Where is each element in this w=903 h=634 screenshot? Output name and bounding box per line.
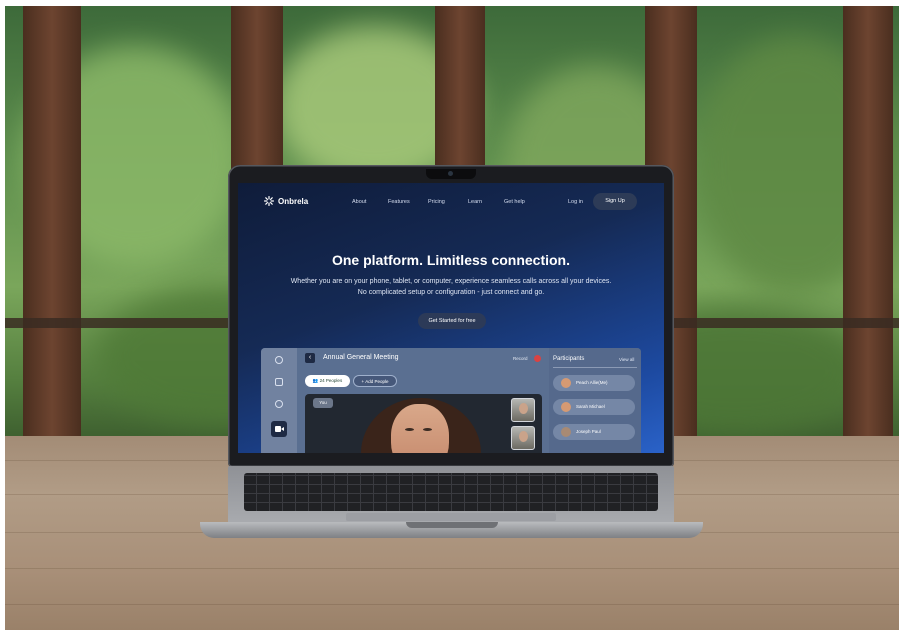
nav-link-features[interactable]: Features bbox=[388, 199, 410, 205]
participant-name: Peach Allie(Me) bbox=[576, 380, 608, 385]
lid-notch bbox=[406, 522, 498, 528]
keyboard bbox=[244, 473, 658, 511]
add-people-label: Add People bbox=[365, 379, 389, 384]
you-label: You bbox=[313, 398, 333, 408]
participant-eye bbox=[423, 428, 432, 431]
participant-name: Sarah Michael bbox=[576, 404, 605, 409]
hero-subtitle: Whether you are on your phone, tablet, o… bbox=[268, 276, 634, 298]
record-icon[interactable] bbox=[534, 355, 541, 362]
app-sidebar bbox=[261, 348, 297, 453]
main-video-feed[interactable]: You bbox=[305, 394, 542, 453]
laptop-lid: Onbrela About Features Pricing Learn Get… bbox=[228, 165, 674, 467]
hero-title: One platform. Limitless connection. bbox=[331, 252, 571, 268]
trackpad bbox=[346, 513, 556, 521]
login-link[interactable]: Log in bbox=[568, 199, 583, 205]
participant-thumbnail[interactable] bbox=[511, 398, 535, 422]
participant-eye bbox=[405, 428, 414, 431]
grid-icon[interactable] bbox=[275, 378, 283, 386]
record-label[interactable]: Record bbox=[513, 356, 528, 361]
participant-thumbnail[interactable] bbox=[511, 426, 535, 450]
participant-name: Joseph Paul bbox=[576, 429, 601, 434]
hero-subtitle-line: No complicated setup or configuration - … bbox=[357, 289, 545, 296]
nav-link-learn[interactable]: Learn bbox=[468, 199, 482, 205]
laptop-base bbox=[200, 466, 703, 540]
participant-item[interactable]: Peach Allie(Me) bbox=[553, 375, 635, 391]
participant-item[interactable]: Joseph Paul bbox=[553, 424, 635, 440]
participant-face bbox=[391, 404, 449, 453]
participant-item[interactable]: Sarah Michael bbox=[553, 399, 635, 415]
top-nav: Onbrela About Features Pricing Learn Get… bbox=[238, 183, 664, 219]
people-count: 24 Peoples bbox=[319, 378, 343, 383]
meeting-title: Annual General Meeting bbox=[323, 354, 399, 361]
get-started-button[interactable]: Get Started for free bbox=[418, 313, 486, 329]
plus-icon: + bbox=[361, 379, 365, 384]
back-button[interactable]: ‹ bbox=[305, 353, 315, 363]
brand-logo[interactable]: Onbrela bbox=[264, 196, 308, 206]
laptop-screen: Onbrela About Features Pricing Learn Get… bbox=[238, 183, 664, 453]
participants-title: Participants bbox=[553, 356, 585, 362]
divider bbox=[553, 367, 637, 368]
chat-icon[interactable] bbox=[275, 400, 283, 408]
avatar bbox=[561, 427, 571, 437]
avatar bbox=[561, 402, 571, 412]
view-all-link[interactable]: View all bbox=[619, 357, 634, 362]
meeting-app-preview: ‹ Annual General Meeting Record 👥 24 Peo… bbox=[261, 348, 641, 453]
settings-icon[interactable] bbox=[275, 356, 283, 364]
signup-button[interactable]: Sign Up bbox=[593, 193, 637, 210]
people-icon: 👥 bbox=[312, 378, 319, 383]
nav-link-get-help[interactable]: Get help bbox=[504, 199, 525, 205]
hero-subtitle-line: Whether you are on your phone, tablet, o… bbox=[290, 278, 612, 285]
people-count-chip[interactable]: 👥 24 Peoples bbox=[305, 375, 350, 387]
brand-name: Onbrela bbox=[278, 196, 309, 206]
window-frame-post bbox=[23, 6, 81, 436]
sparkle-logo-icon bbox=[264, 196, 274, 206]
nav-link-pricing[interactable]: Pricing bbox=[428, 199, 445, 205]
nav-link-about[interactable]: About bbox=[352, 199, 366, 205]
window-frame-post bbox=[843, 6, 893, 436]
participants-panel: Participants View all Peach Allie(Me) Sa… bbox=[549, 348, 641, 453]
avatar bbox=[561, 378, 571, 388]
webcam-notch bbox=[426, 169, 476, 179]
add-people-button[interactable]: + Add People bbox=[353, 375, 397, 387]
video-icon[interactable] bbox=[271, 421, 287, 437]
